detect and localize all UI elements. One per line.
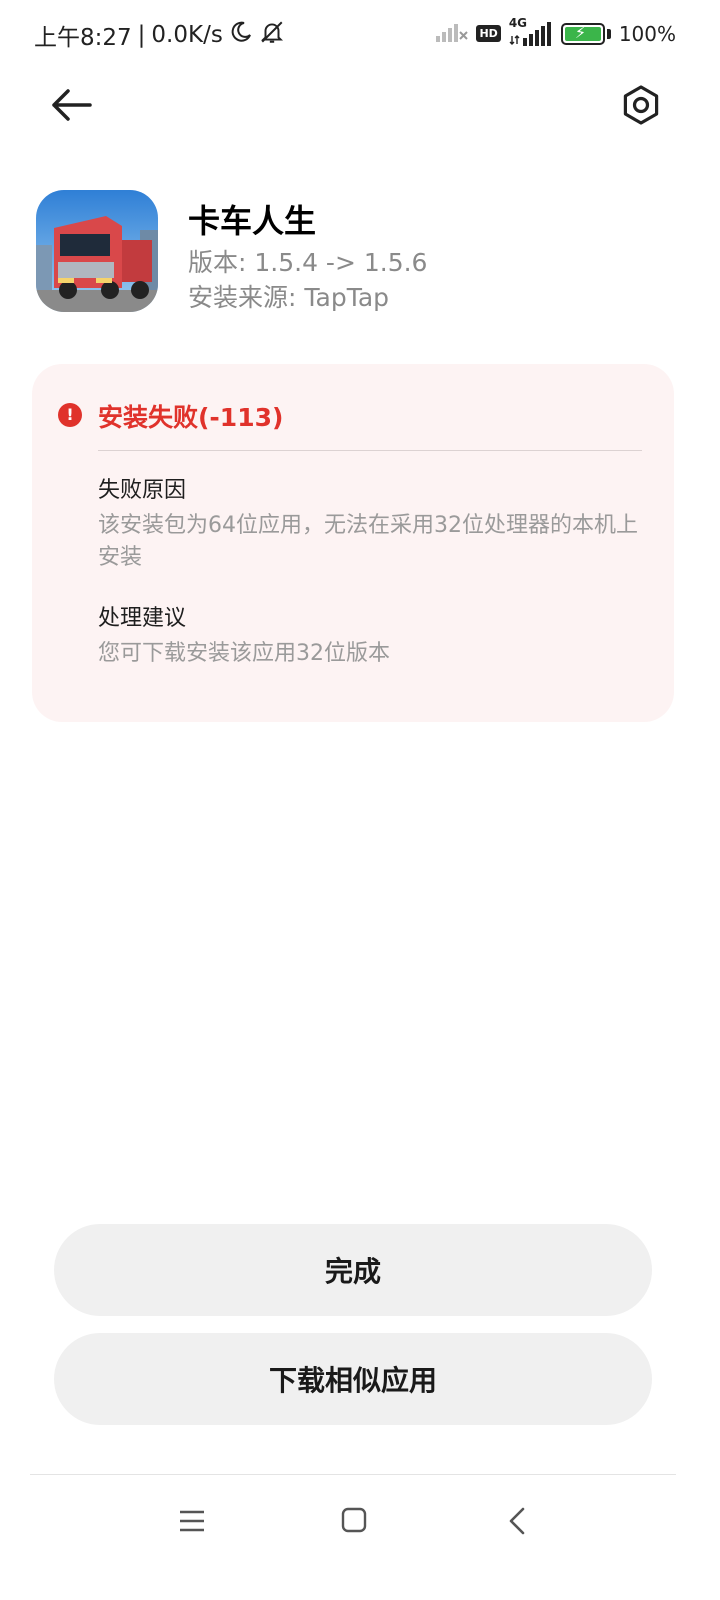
signal-off-icon	[436, 20, 469, 47]
error-divider	[98, 450, 642, 451]
back-icon[interactable]	[504, 1506, 532, 1536]
app-name: 卡车人生	[188, 202, 317, 240]
app-version: 版本: 1.5.4 -> 1.5.6	[188, 248, 428, 277]
hd-badge: HD	[476, 25, 501, 42]
settings-hex-icon	[623, 85, 659, 125]
home-icon[interactable]	[340, 1506, 368, 1534]
status-right: HD 4G ⚡ 100%	[436, 16, 676, 47]
menu-icon[interactable]	[178, 1508, 206, 1534]
battery-percent: 100%	[618, 21, 676, 46]
status-left: 上午8:27 | 0.0K/s	[34, 18, 285, 52]
arrow-left-icon	[52, 89, 92, 121]
back-button[interactable]	[46, 80, 96, 130]
app-source: 安装来源: TapTap	[188, 283, 390, 312]
settings-button[interactable]	[616, 80, 666, 130]
signal-icon: 4G	[509, 16, 553, 46]
status-bar: 上午8:27 | 0.0K/s HD 4G ⚡ 100%	[0, 0, 720, 70]
download-similar-button[interactable]: 下载相似应用	[54, 1333, 652, 1425]
failure-reason-label: 失败原因	[98, 478, 187, 503]
status-time: 上午8:27	[34, 25, 132, 51]
bell-off-icon	[259, 19, 285, 51]
advice-text: 您可下载安装该应用32位版本	[98, 641, 390, 666]
done-button[interactable]: 完成	[54, 1224, 652, 1316]
status-separator: |	[137, 22, 146, 48]
status-net-speed: 0.0K/s	[151, 22, 223, 48]
battery-charging-icon: ⚡	[560, 22, 605, 45]
error-title: 安装失败(-113)	[98, 403, 284, 432]
advice-label: 处理建议	[98, 606, 187, 631]
error-alert-icon: !	[58, 403, 82, 427]
nav-divider	[30, 1474, 676, 1475]
truck-app-icon	[36, 190, 158, 312]
moon-icon	[229, 20, 253, 50]
failure-reason-text: 该安装包为64位应用，无法在采用32位处理器的本机上安装	[98, 513, 638, 570]
